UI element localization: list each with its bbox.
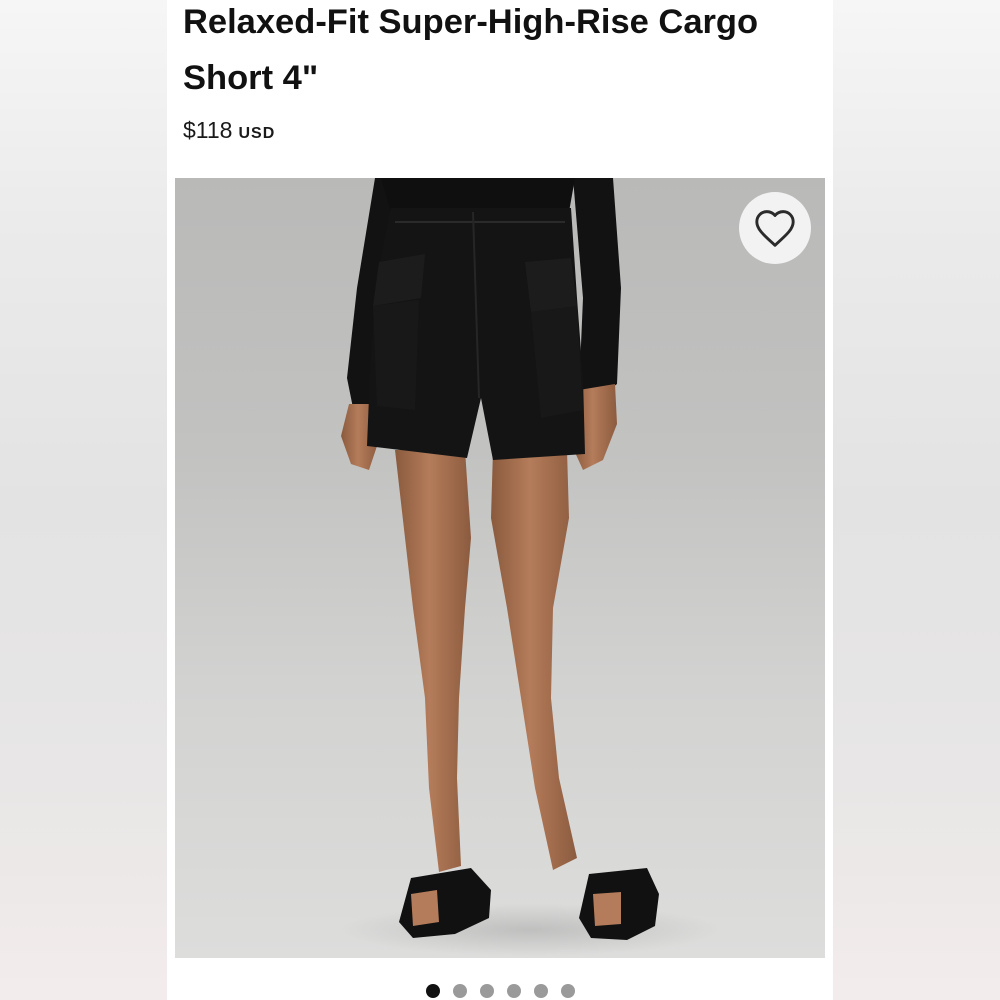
- background-right: [833, 0, 1000, 1000]
- top-garment: [381, 178, 575, 212]
- left-cargo-pocket: [373, 300, 419, 410]
- favorite-button[interactable]: [739, 192, 811, 264]
- product-panel: Relaxed-Fit Super-High-Rise Cargo Short …: [167, 0, 833, 1000]
- background-left: [0, 0, 167, 1000]
- price-row: $118 USD: [183, 117, 275, 147]
- price-amount: $118: [183, 117, 233, 143]
- product-image[interactable]: [175, 178, 825, 958]
- right-leg: [491, 450, 577, 870]
- left-foot: [411, 890, 439, 926]
- right-foot: [593, 892, 621, 926]
- price-currency: USD: [238, 125, 276, 142]
- left-leg: [395, 450, 471, 872]
- product-photo-illustration: [340, 178, 720, 956]
- carousel-dots: [167, 984, 833, 998]
- floor-shadow: [340, 904, 720, 956]
- heart-outline-icon: [755, 210, 795, 247]
- left-pocket-flap: [373, 254, 425, 306]
- carousel-dot-5[interactable]: [533, 984, 548, 998]
- carousel-dot-1[interactable]: [425, 984, 440, 998]
- carousel-dot-6[interactable]: [560, 984, 575, 998]
- carousel-dot-4[interactable]: [506, 984, 521, 998]
- product-title: Relaxed-Fit Super-High-Rise Cargo Short …: [183, 3, 759, 97]
- carousel-dot-3[interactable]: [479, 984, 494, 998]
- carousel-dot-2[interactable]: [452, 984, 467, 998]
- right-pocket-flap: [525, 258, 577, 312]
